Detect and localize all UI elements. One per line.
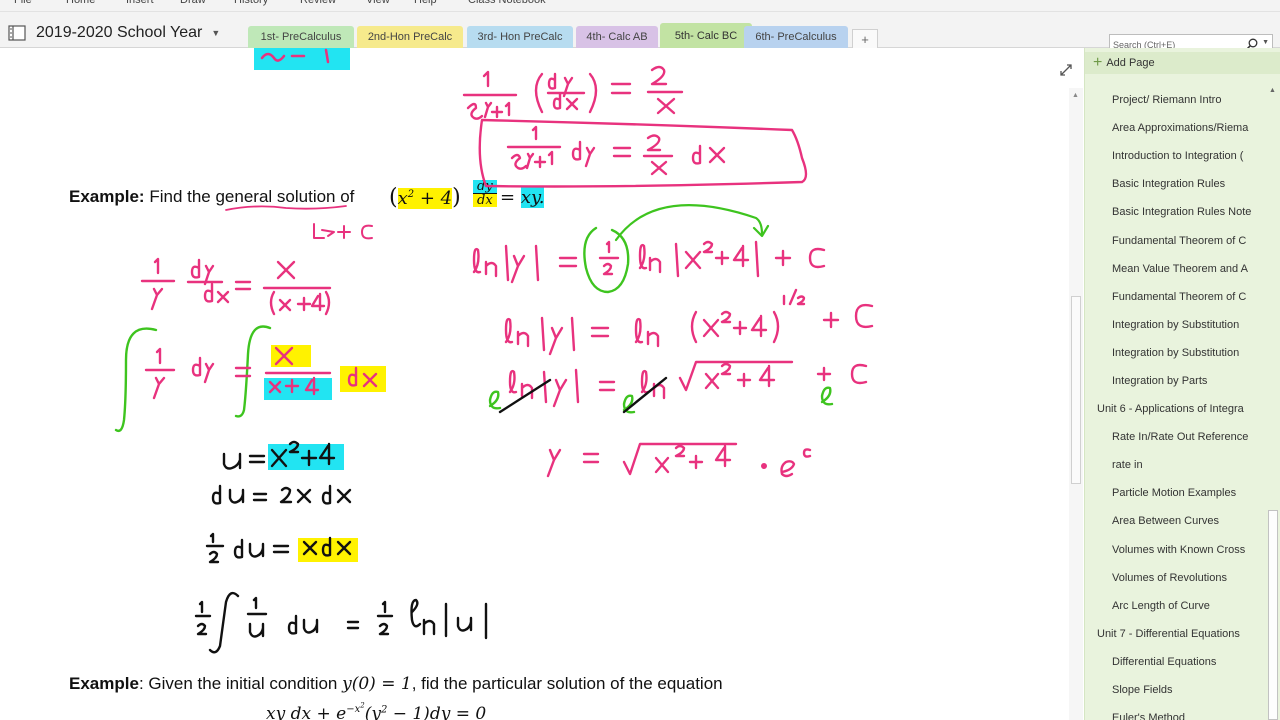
menu-item[interactable]: Insert: [126, 0, 154, 6]
section-tab[interactable]: 4th- Calc AB: [576, 26, 658, 48]
search-scope-chevron-icon[interactable]: ▼: [1262, 39, 1269, 46]
page-list-item[interactable]: Unit 7 - Differential Equations: [1085, 620, 1265, 648]
page-canvas[interactable]: Example: Find the general solution of (x…: [0, 48, 1068, 720]
menu-item[interactable]: Home: [66, 0, 95, 6]
page-list-item[interactable]: Slope Fields: [1085, 676, 1265, 704]
menu-item[interactable]: History: [234, 0, 268, 6]
page-list-item[interactable]: Area Between Curves: [1085, 507, 1265, 535]
page-list-item[interactable]: Project/ Riemann Intro: [1085, 86, 1265, 114]
menu-item[interactable]: File: [14, 0, 32, 6]
chevron-down-icon: ▼: [211, 28, 221, 38]
section-tab-bar: 2019-2020 School Year ▼ 1st- PreCalculus…: [0, 12, 1280, 54]
plus-icon: +: [1093, 54, 1103, 71]
page-list-item[interactable]: Fundamental Theorem of C: [1085, 226, 1265, 254]
page-list-pane: + Add Page Project/ Riemann Intro Area Ap…: [1084, 48, 1280, 720]
page-list-item[interactable]: Euler's Method: [1085, 704, 1265, 720]
menu-item[interactable]: View: [366, 0, 390, 6]
page-list-scrollbar[interactable]: ▲: [1266, 84, 1280, 720]
page-list-scroll-thumb[interactable]: [1268, 510, 1278, 720]
canvas-scroll-thumb[interactable]: [1071, 296, 1081, 484]
page-list-item[interactable]: Introduction to Integration (: [1085, 142, 1265, 170]
notebook-selector[interactable]: 2019-2020 School Year ▼: [8, 21, 220, 45]
page-list-item[interactable]: Volumes with Known Cross: [1085, 536, 1265, 564]
onenote-window: File Home Insert Draw History Review View Help C…: [0, 0, 1280, 720]
menu-item[interactable]: Class Notebook: [468, 0, 546, 6]
page-list-item[interactable]: Integration by Substitution: [1085, 339, 1265, 367]
add-section-button[interactable]: +: [852, 29, 878, 48]
menu-item[interactable]: Draw: [180, 0, 206, 6]
page-list-item[interactable]: Rate In/Rate Out Reference: [1085, 423, 1265, 451]
section-tab[interactable]: 2nd-Hon PreCalc: [357, 26, 463, 48]
canvas-scrollbar[interactable]: ▲: [1069, 88, 1083, 720]
section-tab[interactable]: 1st- PreCalculus: [248, 26, 354, 48]
page-list-item[interactable]: Basic Integration Rules Note: [1085, 198, 1265, 226]
page-list-item[interactable]: Fundamental Theorem of C: [1085, 283, 1265, 311]
page-list-item[interactable]: rate in: [1085, 451, 1265, 479]
scroll-up-icon[interactable]: ▲: [1072, 92, 1079, 99]
section-tab[interactable]: 6th- PreCalculus: [744, 26, 848, 48]
notebook-icon: [8, 25, 26, 41]
notebook-title: 2019-2020 School Year: [36, 24, 203, 41]
add-page-button[interactable]: + Add Page: [1085, 52, 1280, 74]
page-list: Project/ Riemann Intro Area Approximation…: [1085, 86, 1265, 720]
page-list-item[interactable]: Arc Length of Curve: [1085, 592, 1265, 620]
scroll-up-icon[interactable]: ▲: [1269, 87, 1276, 94]
menu-item[interactable]: Help: [414, 0, 437, 6]
menu-bar: File Home Insert Draw History Review View Help C…: [0, 0, 1280, 12]
page-list-item[interactable]: Basic Integration Rules: [1085, 170, 1265, 198]
page-list-item[interactable]: Integration by Parts: [1085, 367, 1265, 395]
page-list-item[interactable]: Mean Value Theorem and A: [1085, 255, 1265, 283]
page-list-item[interactable]: Area Approximations/Riema: [1085, 114, 1265, 142]
section-tab[interactable]: 5th- Calc BC: [660, 23, 752, 49]
page-list-item[interactable]: Particle Motion Examples: [1085, 479, 1265, 507]
page-list-item[interactable]: Integration by Substitution: [1085, 311, 1265, 339]
expand-icon[interactable]: [1058, 62, 1074, 78]
page-list-item[interactable]: Differential Equations: [1085, 648, 1265, 676]
page-list-item[interactable]: Unit 6 - Applications of Integra: [1085, 395, 1265, 423]
menu-item[interactable]: Review: [300, 0, 336, 6]
handwritten-ink-layer: [114, 48, 874, 654]
add-page-label: Add Page: [1106, 57, 1155, 69]
page-list-item[interactable]: Volumes of Revolutions: [1085, 564, 1265, 592]
section-tab[interactable]: 3rd- Hon PreCalc: [467, 26, 573, 48]
